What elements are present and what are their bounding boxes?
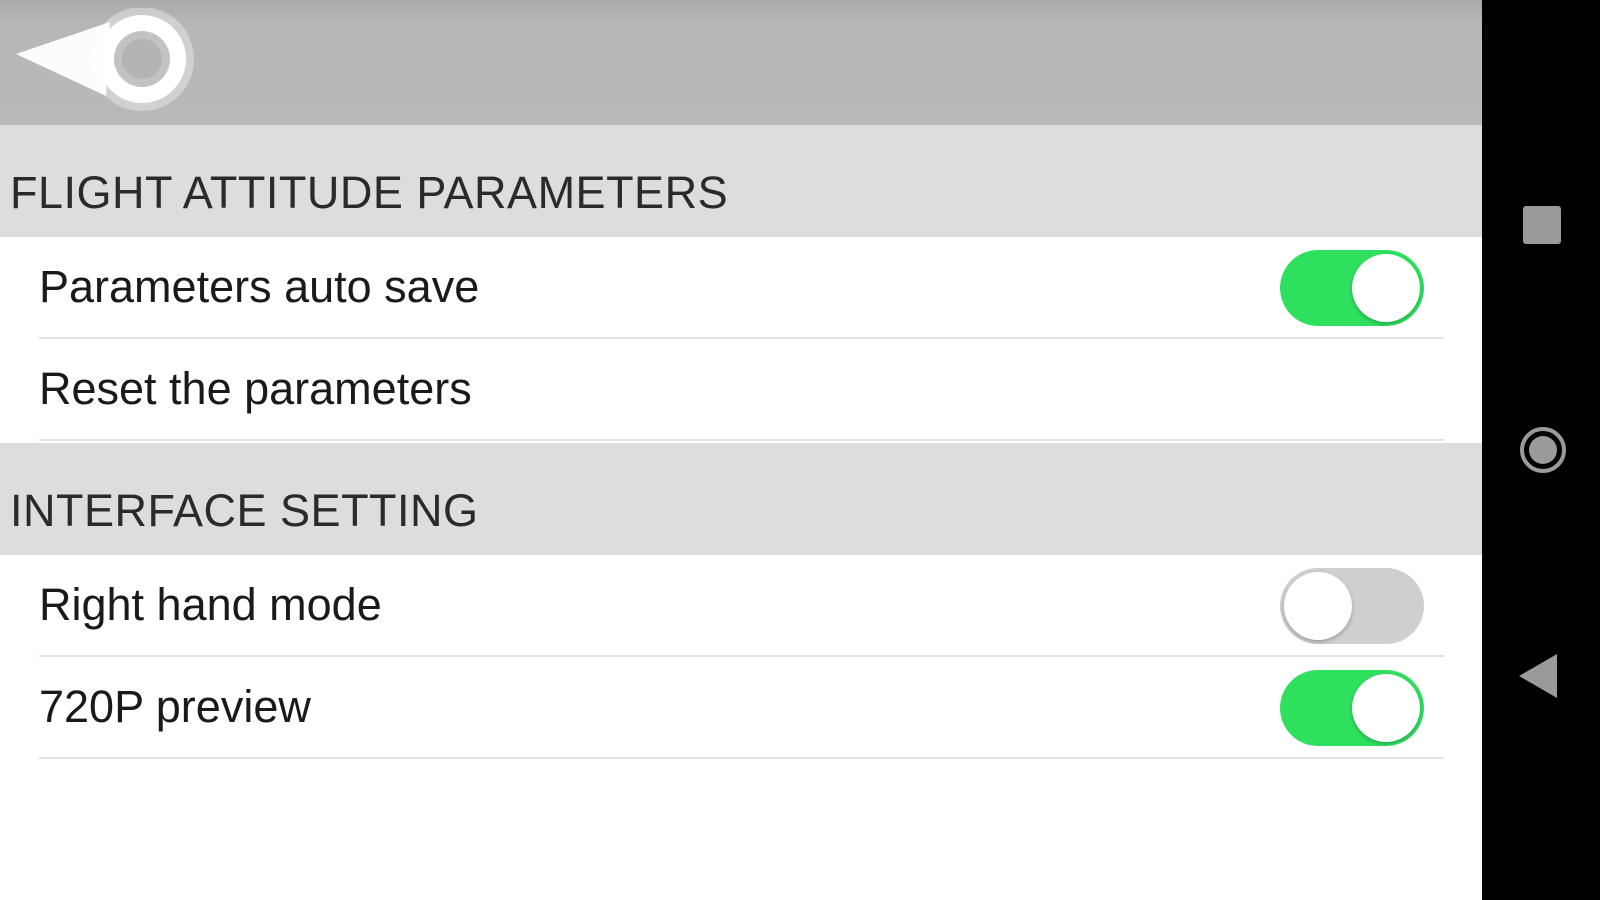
home-circle-icon xyxy=(1520,427,1566,473)
section-title: FLIGHT ATTITUDE PARAMETERS xyxy=(10,167,729,218)
back-arrow-icon xyxy=(16,7,194,111)
settings-screen: FLIGHT ATTITUDE PARAMETERS Parameters au… xyxy=(0,0,1482,900)
divider xyxy=(39,757,1444,759)
top-bar xyxy=(0,0,1482,125)
system-navigation-bar xyxy=(1482,0,1600,900)
divider xyxy=(39,439,1444,441)
section-header-interface-setting: INTERFACE SETTING xyxy=(0,443,1482,555)
row-label: Reset the parameters xyxy=(39,362,472,414)
720p-preview-toggle[interactable] xyxy=(1280,670,1424,746)
toggle-knob xyxy=(1352,674,1420,742)
row-label: Right hand mode xyxy=(39,578,382,630)
row-right-hand-mode[interactable]: Right hand mode xyxy=(0,555,1482,657)
row-label: 720P preview xyxy=(39,680,311,732)
home-button[interactable] xyxy=(1482,411,1600,491)
back-triangle-icon xyxy=(1519,654,1557,698)
toggle-knob xyxy=(1352,254,1420,322)
row-720p-preview[interactable]: 720P preview xyxy=(0,657,1482,759)
section-title: INTERFACE SETTING xyxy=(10,485,479,536)
row-parameters-auto-save[interactable]: Parameters auto save xyxy=(0,237,1482,339)
row-label: Parameters auto save xyxy=(39,260,480,312)
right-hand-mode-toggle[interactable] xyxy=(1280,568,1424,644)
section-header-flight-attitude: FLIGHT ATTITUDE PARAMETERS xyxy=(0,125,1482,237)
parameters-auto-save-toggle[interactable] xyxy=(1280,250,1424,326)
recents-button[interactable] xyxy=(1482,185,1600,265)
recents-square-icon xyxy=(1523,206,1561,244)
toggle-knob xyxy=(1284,572,1352,640)
back-button[interactable] xyxy=(14,7,204,116)
row-reset-parameters[interactable]: Reset the parameters xyxy=(0,339,1482,441)
system-back-button[interactable] xyxy=(1482,636,1600,716)
